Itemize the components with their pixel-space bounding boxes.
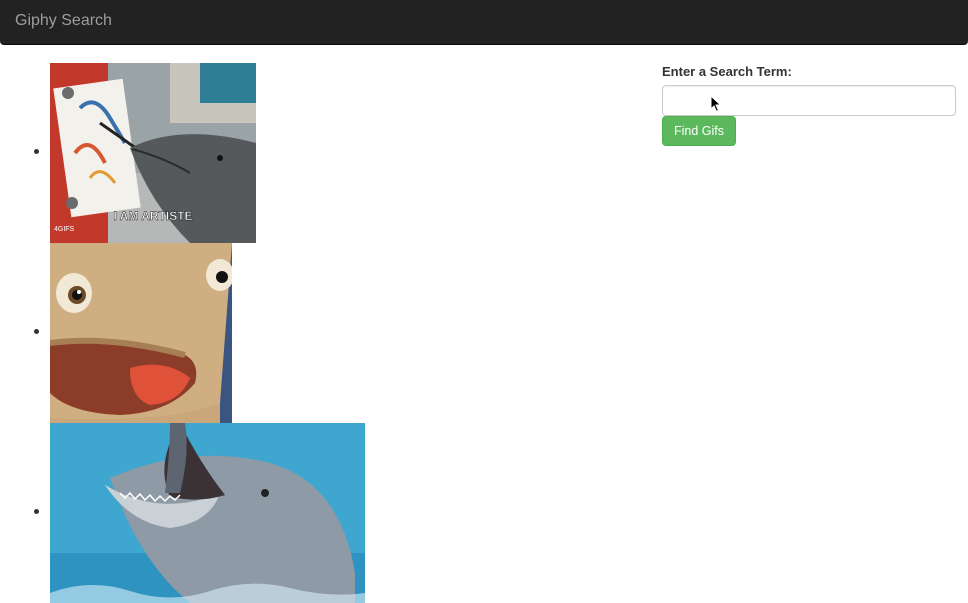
find-gifs-button[interactable]: Find Gifs (662, 116, 736, 146)
list-bullet (34, 329, 39, 334)
list-item (0, 243, 600, 423)
list-bullet (34, 149, 39, 154)
gif-results-list: I AM ARTISTE 4GIFS (0, 63, 600, 603)
list-item (0, 423, 600, 603)
gif-caption: I AM ARTISTE (113, 209, 192, 223)
gif-image-dolphin-painting[interactable]: I AM ARTISTE 4GIFS (50, 63, 256, 243)
search-input[interactable] (662, 85, 956, 116)
gif-watermark: 4GIFS (54, 226, 75, 233)
search-panel: Enter a Search Term: Find Gifs (662, 64, 956, 146)
gif-image-dolphin-open-mouth[interactable] (50, 423, 365, 603)
navbar-brand[interactable]: Giphy Search (15, 12, 112, 30)
navbar: Giphy Search (0, 0, 968, 45)
gif-image-cartoon-dolphin[interactable] (50, 243, 232, 423)
mouse-pointer-icon (710, 94, 722, 118)
list-bullet (34, 509, 39, 514)
search-label: Enter a Search Term: (662, 64, 792, 79)
list-item: I AM ARTISTE 4GIFS (0, 63, 600, 243)
